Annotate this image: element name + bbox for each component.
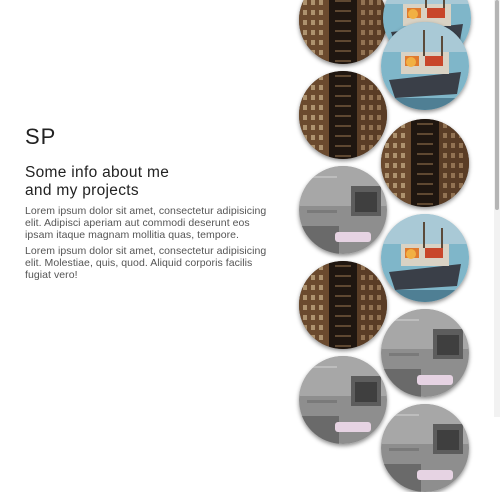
gallery-image[interactable] — [381, 214, 469, 302]
intro-heading-line1: Some info about me — [25, 164, 170, 181]
building-photo — [381, 119, 469, 207]
intro-paragraph-1: Lorem ipsum dolor sit amet, consectetur … — [25, 205, 267, 241]
gallery-image[interactable] — [381, 309, 469, 397]
gallery-image[interactable] — [299, 166, 387, 254]
wall-photo — [299, 356, 387, 444]
gallery-image[interactable] — [381, 119, 469, 207]
site-initials: SP — [25, 124, 57, 149]
wall-photo — [381, 404, 469, 492]
intro-heading: Some info about me and my projects — [25, 164, 275, 200]
intro-paragraph-2: Lorem ipsum dolor sit amet, consectetur … — [25, 245, 267, 281]
building-photo — [299, 0, 387, 64]
page-scrollbar[interactable] — [494, 0, 500, 417]
gallery-image[interactable] — [381, 404, 469, 492]
intro-heading-line2: and my projects — [25, 182, 139, 199]
wall-photo — [299, 166, 387, 254]
building-photo — [299, 71, 387, 159]
gallery-image[interactable] — [381, 22, 469, 110]
gallery-image[interactable] — [299, 261, 387, 349]
boat-photo — [381, 214, 469, 302]
building-photo — [299, 261, 387, 349]
gallery-image[interactable] — [299, 71, 387, 159]
gallery-image[interactable] — [299, 356, 387, 444]
wall-photo — [381, 309, 469, 397]
gallery-image[interactable] — [299, 0, 387, 64]
scrollbar-thumb[interactable] — [495, 0, 499, 210]
boat-photo — [381, 22, 469, 110]
intro-section: SP Some info about me and my projects Lo… — [25, 124, 275, 282]
